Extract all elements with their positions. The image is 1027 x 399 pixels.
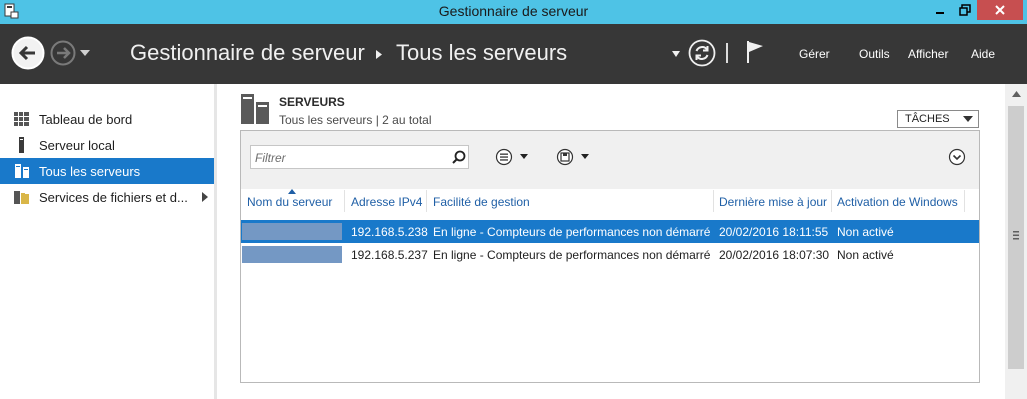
cell-manageability: En ligne - Compteurs de performances non… (433, 248, 711, 262)
column-header-ipv4[interactable]: Adresse IPv4 (351, 195, 422, 209)
minimize-button[interactable] (927, 0, 952, 20)
servers-icon (15, 164, 29, 178)
expand-arrow-icon[interactable] (202, 192, 208, 202)
filter-placeholder: Filtrer (255, 151, 286, 165)
minimize-icon (935, 12, 944, 14)
collapse-toggle-icon[interactable] (948, 148, 966, 166)
scrollbar-thumb[interactable] (1008, 106, 1024, 369)
server-name-redacted (242, 246, 342, 263)
table-row[interactable]: 192.168.5.238 En ligne - Compteurs de pe… (241, 220, 979, 243)
column-divider[interactable] (831, 190, 832, 212)
filter-input[interactable]: Filtrer (250, 145, 469, 169)
restore-icon (958, 4, 971, 16)
sidebar-item-label: Serveur local (39, 138, 115, 153)
grip-icon (1013, 231, 1019, 240)
menu-manage[interactable]: Gérer (799, 47, 830, 61)
sidebar-item-file-services[interactable]: Services de fichiers et d... (0, 184, 214, 210)
main-content: SERVEURS Tous les serveurs | 2 au total … (217, 84, 1005, 399)
servers-panel: Filtrer Nom du serveur Adresse IPv4 Faci… (240, 130, 980, 383)
cell-last-update: 20/02/2016 18:11:55 (719, 225, 829, 239)
sidebar-item-label: Services de fichiers et d... (39, 190, 188, 205)
cell-last-update: 20/02/2016 18:07:30 (719, 248, 830, 262)
section-subtitle: Tous les serveurs | 2 au total (279, 113, 432, 127)
server-name-redacted (242, 223, 342, 240)
menu-help[interactable]: Aide (971, 47, 995, 61)
file-services-icon (14, 191, 29, 204)
menu-tools[interactable]: Outils (859, 47, 890, 61)
column-header-manageability[interactable]: Facilité de gestion (433, 195, 530, 209)
cell-activation: Non activé (837, 248, 894, 262)
app-header: Gestionnaire de serveur Tous les serveur… (0, 24, 1027, 84)
column-header-server-name[interactable]: Nom du serveur (247, 195, 332, 209)
chevron-down-icon (963, 116, 973, 122)
back-icon[interactable] (11, 36, 45, 70)
vertical-scrollbar[interactable] (1005, 84, 1027, 399)
close-icon (995, 5, 1005, 15)
cell-activation: Non activé (837, 225, 894, 239)
refresh-icon[interactable] (688, 39, 716, 67)
sidebar-item-dashboard[interactable]: Tableau de bord (0, 106, 214, 132)
tasks-button[interactable]: TÂCHES (897, 110, 979, 128)
sidebar-item-label: Tous les serveurs (39, 164, 141, 179)
close-button[interactable] (977, 0, 1023, 20)
column-divider[interactable] (344, 190, 345, 212)
column-divider[interactable] (964, 190, 965, 212)
breadcrumb-root[interactable]: Gestionnaire de serveur (130, 40, 365, 66)
cell-ipv4: 192.168.5.238 (351, 225, 428, 239)
scroll-up-icon[interactable] (1012, 91, 1021, 97)
column-divider[interactable] (426, 190, 427, 212)
menu-view[interactable]: Afficher (908, 47, 948, 61)
dashboard-icon (14, 112, 29, 126)
list-options-icon[interactable] (495, 148, 535, 166)
search-icon[interactable] (452, 150, 466, 164)
cell-ipv4: 192.168.5.237 (351, 248, 428, 262)
notifications-flag-icon[interactable] (745, 40, 765, 64)
history-dropdown-icon[interactable] (80, 49, 90, 57)
breadcrumb-separator-icon (376, 50, 382, 59)
sort-ascending-icon (288, 189, 296, 194)
column-header-last-update[interactable]: Dernière mise à jour (719, 195, 827, 209)
save-query-icon[interactable] (556, 148, 596, 166)
panel-toolbar: Filtrer (241, 131, 979, 189)
breadcrumb-current: Tous les serveurs (396, 40, 568, 65)
sidebar: Tableau de bord Serveur local Tous les s… (0, 84, 214, 399)
column-header-activation[interactable]: Activation de Windows (837, 195, 958, 209)
forward-icon[interactable] (50, 40, 76, 66)
title-bar: Gestionnaire de serveur (0, 0, 1027, 24)
column-divider[interactable] (713, 190, 714, 212)
sidebar-item-all-servers[interactable]: Tous les serveurs (0, 158, 214, 184)
servers-section-icon (241, 94, 269, 124)
table-header: Nom du serveur Adresse IPv4 Facilité de … (241, 189, 979, 213)
restore-button[interactable] (952, 0, 977, 20)
table-row[interactable]: 192.168.5.237 En ligne - Compteurs de pe… (241, 243, 979, 266)
sidebar-item-local-server[interactable]: Serveur local (0, 132, 214, 158)
cell-manageability: En ligne - Compteurs de performances non… (433, 225, 711, 239)
section-title: SERVEURS (279, 95, 345, 109)
sidebar-item-label: Tableau de bord (39, 112, 133, 127)
refresh-dropdown-icon[interactable] (672, 51, 680, 57)
header-divider (726, 43, 728, 63)
window-title: Gestionnaire de serveur (438, 3, 589, 19)
server-icon (19, 137, 24, 153)
tasks-label: TÂCHES (905, 113, 950, 125)
